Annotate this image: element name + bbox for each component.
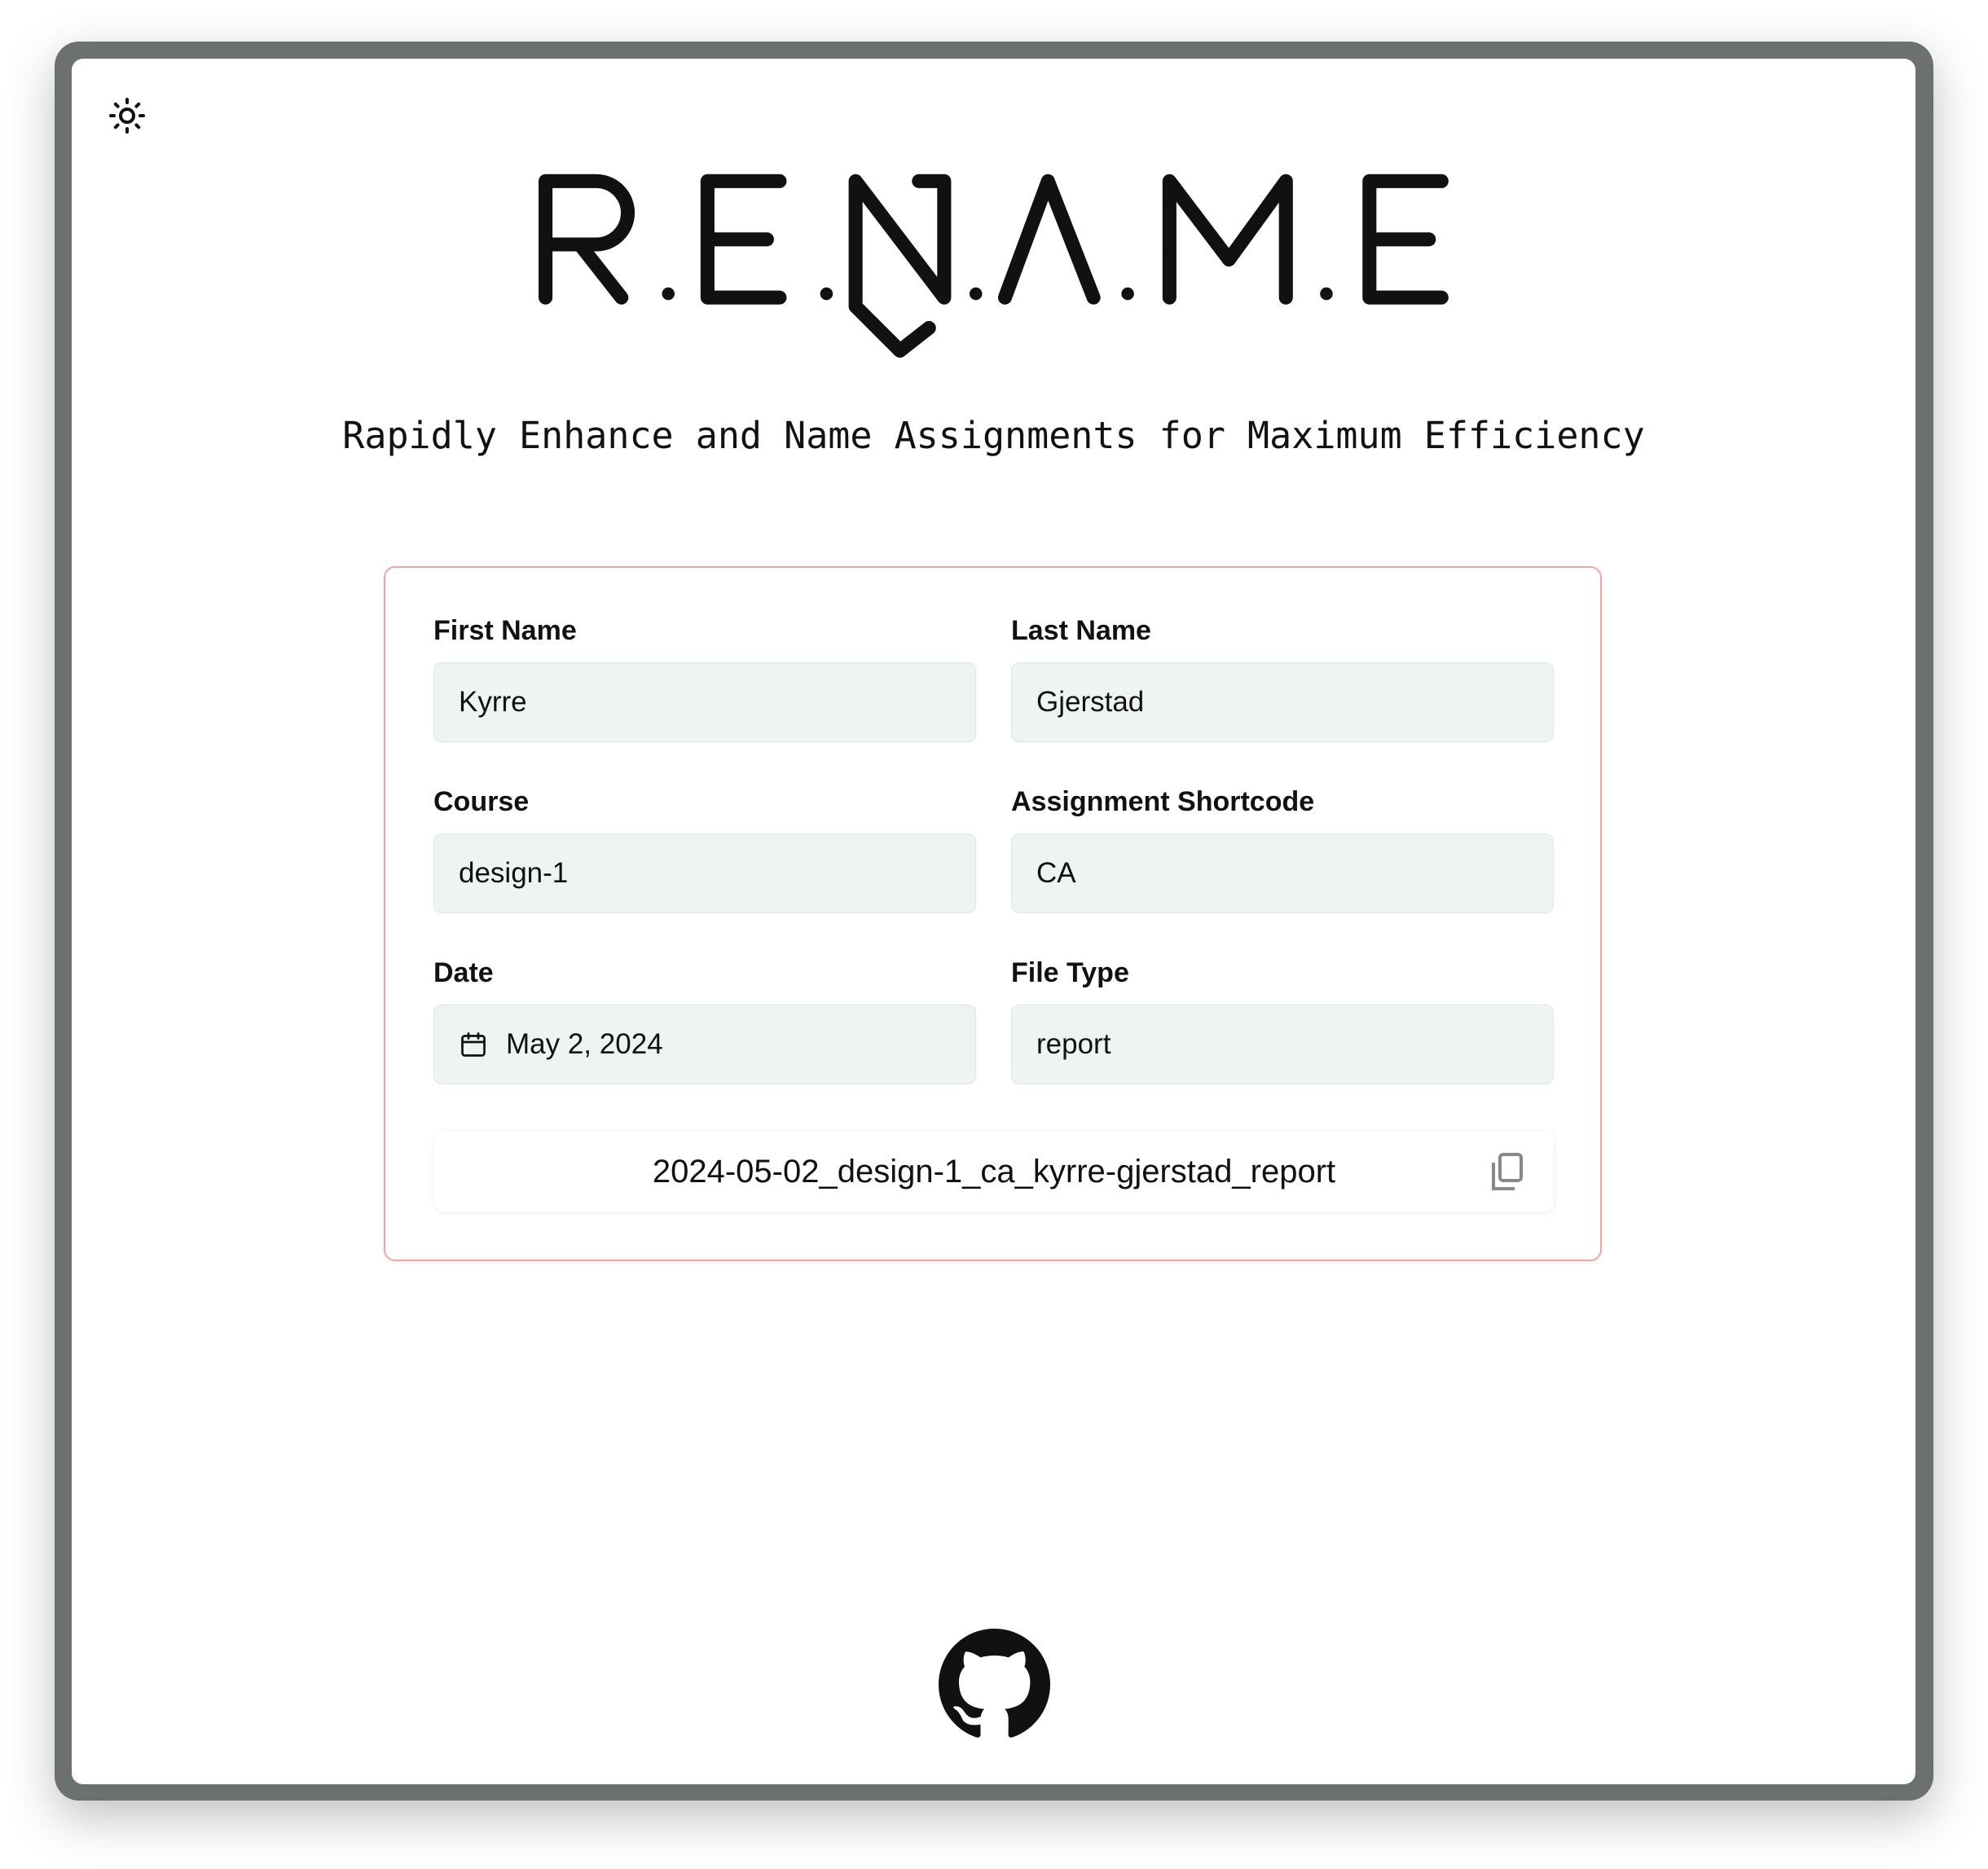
date-value: May 2, 2024 (506, 1028, 663, 1060)
last-name-input[interactable]: Gjerstad (1011, 662, 1554, 742)
assignment-field: Assignment Shortcode CA (1011, 786, 1554, 913)
date-label: Date (433, 957, 494, 988)
rename-form-card: First Name Kyrre Last Name Gjerstad Cour… (384, 566, 1602, 1261)
course-label: Course (433, 786, 530, 817)
course-value: design-1 (459, 857, 569, 889)
date-field: Date May 2, 2024 (433, 957, 976, 1084)
file-type-label: File Type (1011, 957, 1129, 988)
file-type-value: report (1036, 1028, 1111, 1060)
rename-logo (539, 174, 1449, 358)
assignment-input[interactable]: CA (1011, 833, 1554, 913)
first-name-label: First Name (433, 615, 577, 646)
first-name-value: Kyrre (459, 686, 527, 718)
last-name-value: Gjerstad (1036, 686, 1145, 718)
last-name-label: Last Name (1011, 615, 1151, 646)
course-input[interactable]: design-1 (433, 833, 976, 913)
subtitle: Rapidly Enhance and Name Assignments for… (342, 414, 1645, 457)
filename-output[interactable]: 2024-05-02_design-1_ca_kyrre-gjerstad_re… (434, 1132, 1554, 1212)
sun-icon[interactable] (108, 96, 147, 135)
assignment-value: CA (1036, 857, 1076, 889)
app-window: Rapidly Enhance and Name Assignments for… (72, 59, 1915, 1784)
github-icon[interactable] (939, 1629, 1050, 1740)
first-name-field: First Name Kyrre (433, 615, 976, 742)
file-type-field: File Type report (1011, 957, 1554, 1084)
calendar-icon (461, 1032, 486, 1057)
last-name-field: Last Name Gjerstad (1011, 615, 1554, 742)
copy-icon[interactable] (1489, 1153, 1524, 1192)
file-type-input[interactable]: report (1011, 1005, 1554, 1084)
filename-text: 2024-05-02_design-1_ca_kyrre-gjerstad_re… (652, 1153, 1336, 1190)
date-picker[interactable]: May 2, 2024 (433, 1005, 976, 1084)
first-name-input[interactable]: Kyrre (433, 662, 976, 742)
course-field: Course design-1 (433, 786, 976, 913)
assignment-label: Assignment Shortcode (1011, 786, 1315, 817)
